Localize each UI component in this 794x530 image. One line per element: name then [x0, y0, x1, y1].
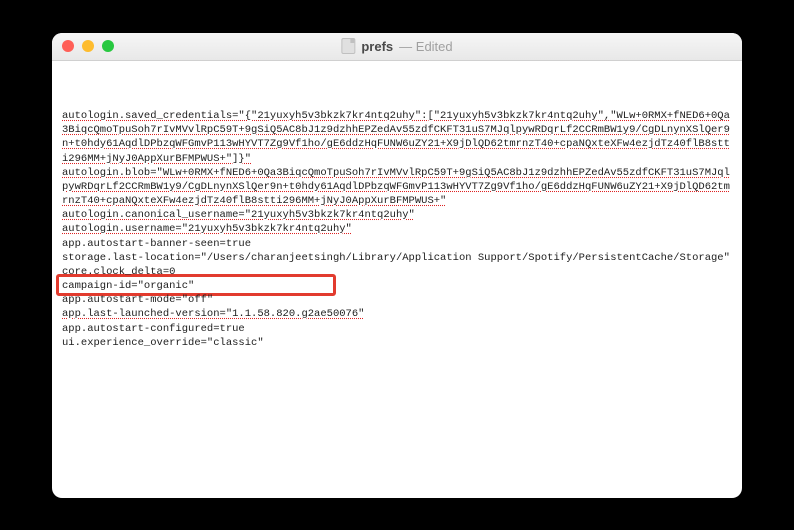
filename-label: prefs — [361, 39, 393, 54]
edited-label: — Edited — [399, 39, 452, 54]
config-line: core.clock_delta=0 — [62, 265, 732, 279]
config-line: campaign-id="organic" — [62, 279, 732, 293]
titlebar[interactable]: prefs — Edited — [52, 33, 742, 61]
window: prefs — Edited autologin.saved_credentia… — [52, 33, 742, 498]
config-line: app.autostart-configured=true — [62, 322, 732, 336]
close-button[interactable] — [62, 40, 74, 52]
config-line: app.autostart-mode="off" — [62, 293, 732, 307]
config-line: ui.experience_override="classic" — [62, 336, 732, 350]
text-content[interactable]: autologin.saved_credentials="{"21yuxyh5v… — [52, 61, 742, 498]
config-line: autologin.username="21yuxyh5v3bkzk7kr4nt… — [62, 222, 732, 236]
config-line: storage.last-location="/Users/charanjeet… — [62, 251, 732, 265]
config-line: autologin.canonical_username="21yuxyh5v3… — [62, 208, 732, 222]
document-icon — [341, 38, 355, 54]
minimize-button[interactable] — [82, 40, 94, 52]
config-line: app.last-launched-version="1.1.58.820.g2… — [62, 307, 732, 321]
config-line: autologin.blob="WLw+0RMX+fNED6+0Qa3BiqcQ… — [62, 166, 732, 209]
config-line: app.autostart-banner-seen=true — [62, 237, 732, 251]
window-title: prefs — Edited — [341, 38, 452, 54]
config-line: autologin.saved_credentials="{"21yuxyh5v… — [62, 109, 732, 166]
traffic-lights — [62, 40, 114, 52]
maximize-button[interactable] — [102, 40, 114, 52]
